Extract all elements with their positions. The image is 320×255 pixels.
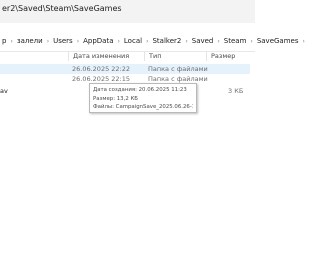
breadcrumb-item-savegames[interactable]: SaveGames — [255, 37, 301, 45]
breadcrumb-item-appdata[interactable]: AppData — [81, 37, 115, 45]
breadcrumb: р › залели › Users › AppData › Local › S… — [0, 31, 307, 51]
tooltip-created: Дата создания: 20.06.2025 11:23 — [93, 87, 187, 93]
column-header-type[interactable]: Тип — [144, 51, 206, 61]
breadcrumb-item-local[interactable]: Local — [122, 37, 144, 45]
title-bar: er2\Saved\Steam\SaveGames — [0, 0, 255, 23]
size-cell: 3 КБ — [228, 87, 244, 95]
tooltip-size: Размер: 13,2 КБ — [93, 95, 138, 102]
list-item[interactable]: 26.06.2025 22:22 Папка с файлами — [0, 64, 250, 74]
breadcrumb-item-saved[interactable]: Saved — [190, 37, 216, 45]
address-bar[interactable]: р › залели › Users › AppData › Local › S… — [0, 31, 305, 52]
breadcrumb-item-prefix[interactable]: залели — [15, 37, 45, 45]
column-header-row: Дата изменения Тип Размер — [0, 51, 255, 61]
window-title: er2\Saved\Steam\SaveGames — [2, 4, 122, 13]
type-cell: Папка с файлами — [148, 65, 208, 73]
file-info-tooltip: Дата создания: 20.06.2025 11:23 Размер: … — [89, 83, 197, 113]
date-modified-cell: 26.06.2025 22:22 — [72, 65, 131, 73]
file-name-cell: av — [0, 87, 8, 95]
breadcrumb-item-steam[interactable]: Steam — [222, 37, 249, 45]
breadcrumb-item-stalker2[interactable]: Stalker2 — [150, 37, 183, 45]
chevron-right-icon: › — [302, 37, 305, 45]
breadcrumb-item-root[interactable]: р — [0, 37, 8, 45]
column-header-size[interactable]: Размер — [206, 51, 255, 61]
breadcrumb-item-users[interactable]: Users — [51, 37, 75, 45]
column-header-date[interactable]: Дата изменения — [68, 51, 144, 61]
tooltip-files: Файлы: CampaignSave_2025.06.26-19.07.59.… — [93, 104, 193, 110]
